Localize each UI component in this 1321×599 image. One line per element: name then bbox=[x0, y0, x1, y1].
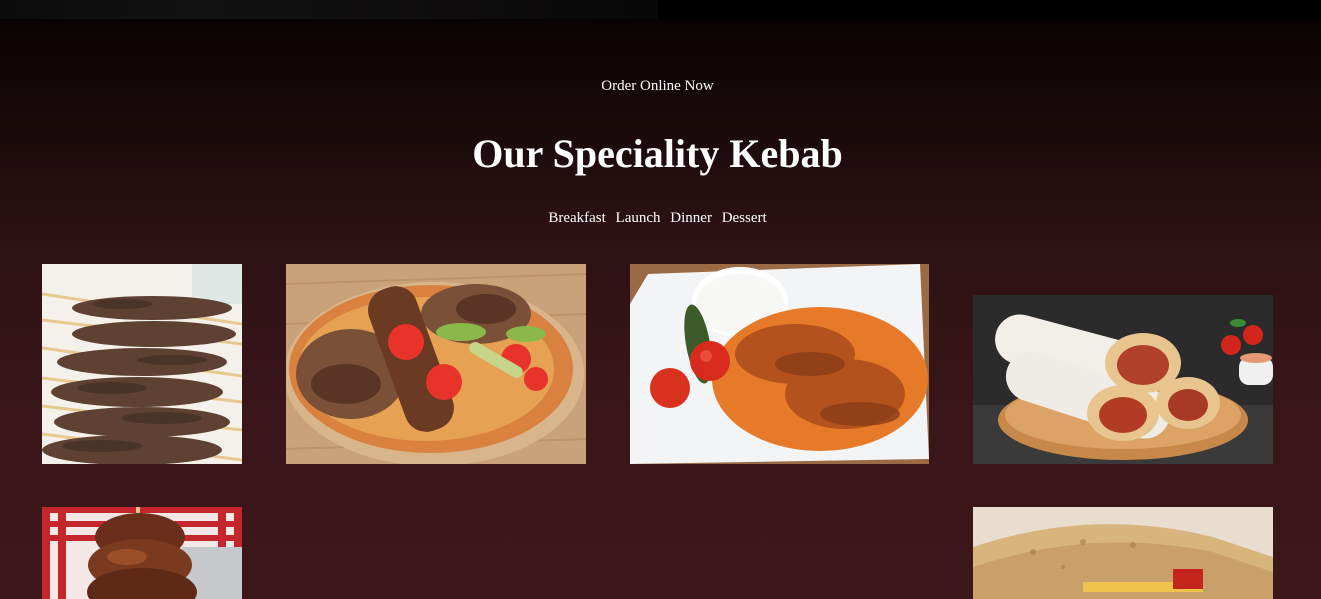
section-title: Our Speciality Kebab bbox=[472, 131, 843, 176]
menu-item-card-4[interactable] bbox=[973, 295, 1273, 464]
menu-filter-nav: Breakfast Launch Dinner Dessert bbox=[0, 210, 1315, 227]
order-online-link[interactable]: Order Online Now bbox=[0, 78, 1315, 95]
menu-item-card-3[interactable] bbox=[630, 264, 929, 464]
iskender-kebab-plate-image bbox=[630, 264, 929, 464]
top-banner-strip bbox=[0, 0, 658, 19]
menu-item-card-1[interactable] bbox=[42, 264, 242, 464]
filter-launch[interactable]: Launch bbox=[616, 210, 661, 226]
adana-kebab-skewers-image bbox=[42, 264, 242, 464]
menu-item-card-6[interactable] bbox=[973, 507, 1273, 599]
filter-breakfast[interactable]: Breakfast bbox=[548, 210, 605, 226]
filter-dessert[interactable]: Dessert bbox=[722, 210, 767, 226]
top-navigation-bar bbox=[0, 0, 1321, 19]
menu-item-card-2[interactable] bbox=[286, 264, 586, 464]
kebab-wrap-rolls-image bbox=[973, 295, 1273, 464]
pita-sandwich-image bbox=[973, 507, 1273, 599]
menu-item-card-5[interactable] bbox=[42, 507, 242, 599]
grilled-chicken-skewer-image bbox=[42, 507, 242, 599]
filter-dinner[interactable]: Dinner bbox=[670, 210, 712, 226]
doner-kebab-platter-image bbox=[286, 264, 586, 464]
